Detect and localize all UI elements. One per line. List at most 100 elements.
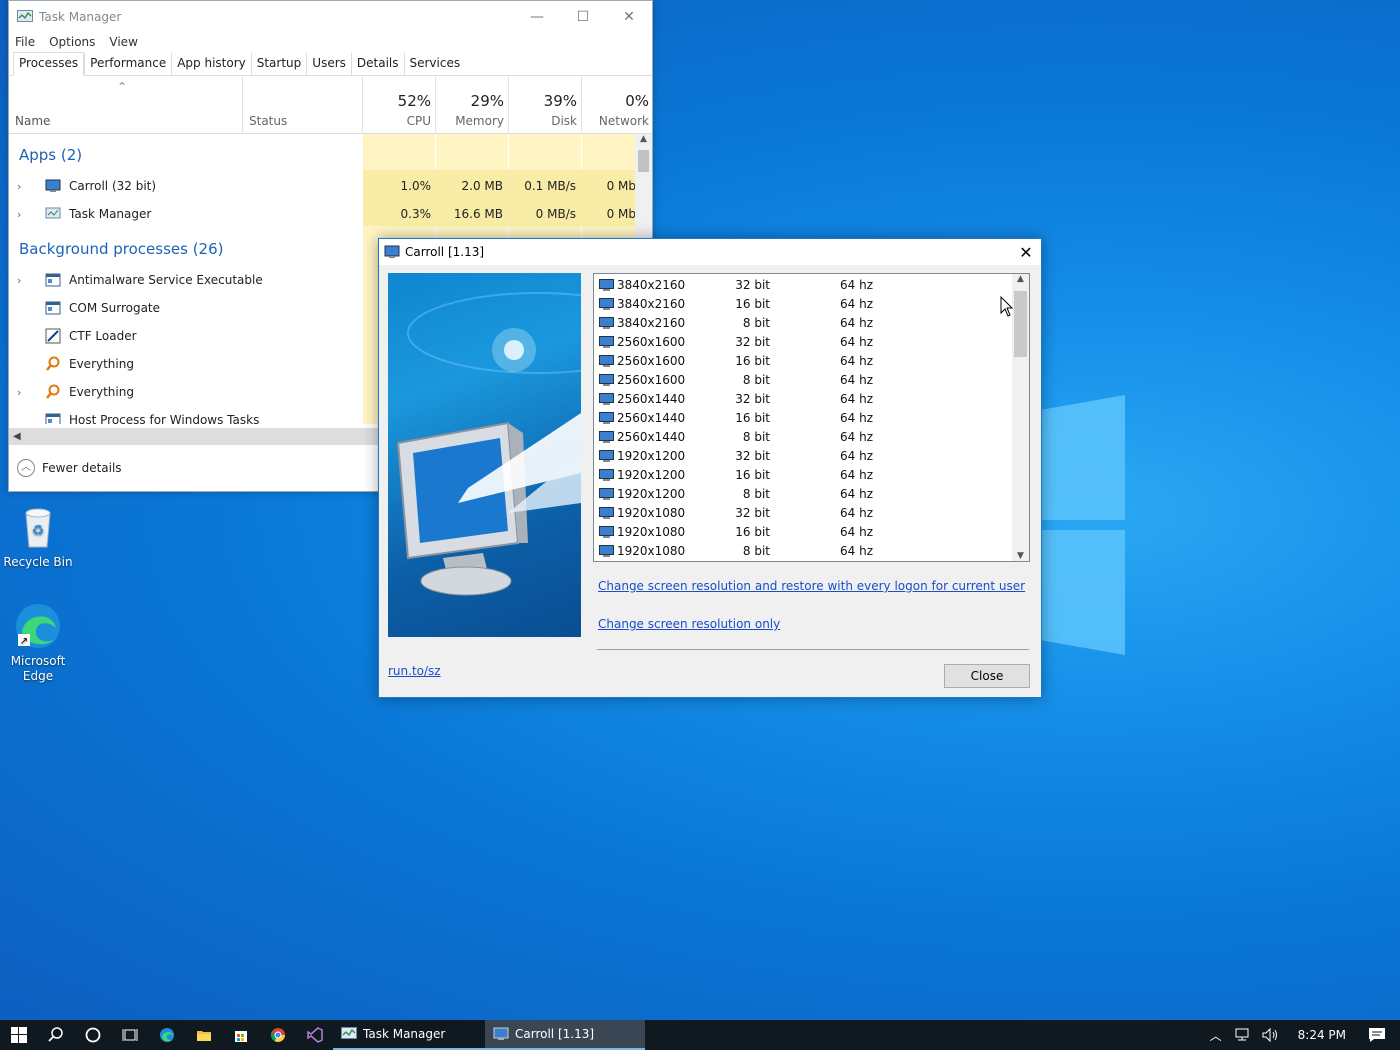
tab-services[interactable]: Services [403,53,466,75]
carroll-titlebar[interactable]: Carroll [1.13] ✕ [379,239,1041,265]
color-depth-value: 8 bit [742,429,770,444]
clock-time[interactable]: 8:24 PM [1298,1028,1346,1042]
scroll-up-icon[interactable]: ▲ [635,134,652,144]
apps-group-header[interactable]: Apps (2) [19,146,82,164]
resolution-row[interactable]: 2560x1600 32 bit 64 hz [594,332,1014,351]
menu-options[interactable]: Options [49,35,95,49]
tab-processes[interactable]: Processes [13,52,85,76]
process-memory: 16.6 MB [453,207,503,221]
dialog-close-icon[interactable]: ✕ [1011,243,1041,262]
menu-file[interactable]: File [15,35,35,49]
refresh-rate-value: 64 hz [840,315,873,330]
disk-total: 39% [543,92,577,110]
taskbar-carroll[interactable]: Carroll [1.13] [485,1020,645,1050]
menu-view[interactable]: View [109,35,137,49]
action-center-icon[interactable] [1368,1027,1386,1043]
website-link[interactable]: run.to/sz [388,664,441,678]
scrollbar-thumb[interactable] [1014,291,1027,357]
resolution-row[interactable]: 1920x1200 8 bit 64 hz [594,484,1014,503]
change-resolution-only-link[interactable]: Change screen resolution only [598,617,780,631]
resolution-row[interactable]: 2560x1440 32 bit 64 hz [594,389,1014,408]
resolution-row[interactable]: 3840x2160 8 bit 64 hz [594,313,1014,332]
monitor-icon [599,297,614,310]
cortana-button[interactable] [74,1020,111,1050]
resolution-row[interactable]: 1920x1200 16 bit 64 hz [594,465,1014,484]
column-status[interactable]: Status [242,76,362,134]
scroll-down-icon[interactable]: ▼ [1012,551,1029,561]
tab-details[interactable]: Details [350,53,404,75]
chrome-button[interactable] [259,1020,296,1050]
column-memory[interactable]: 29% Memory [435,76,508,134]
maximize-button[interactable]: ☐ [560,9,606,25]
close-window-button[interactable]: ✕ [606,9,652,25]
close-button[interactable]: Close [944,664,1030,688]
edge-icon: ↗ [14,602,62,650]
column-cpu[interactable]: 52% CPU [362,76,435,134]
edge-icon [159,1028,174,1042]
resolution-row[interactable]: 1920x1080 16 bit 64 hz [594,522,1014,541]
recycle-bin-desktop-icon[interactable]: ♻ Recycle Bin [0,503,78,570]
process-row[interactable]: › Task Manager 0.3% 16.6 MB 0 MB/s 0 Mb [9,200,639,228]
edge-desktop-icon[interactable]: ↗ Microsoft Edge [0,602,78,684]
store-button[interactable] [222,1020,259,1050]
minimize-button[interactable]: — [514,9,560,25]
process-list-horizontal-scrollbar[interactable]: ◀ [9,428,379,445]
column-name[interactable]: Name [15,114,50,128]
tab-startup[interactable]: Startup [250,53,307,75]
resolution-row[interactable]: 2560x1440 16 bit 64 hz [594,408,1014,427]
scrollbar-thumb[interactable] [638,150,649,172]
carroll-app-icon [493,1027,509,1040]
scroll-up-icon[interactable]: ▲ [1012,274,1029,284]
column-disk[interactable]: 39% Disk [508,76,581,134]
recycle-bin-label: Recycle Bin [3,555,73,569]
network-icon[interactable] [1233,1028,1251,1042]
fewer-details-button[interactable]: ︿ Fewer details [17,459,122,477]
change-and-restore-link[interactable]: Change screen resolution and restore wit… [598,579,1025,593]
resolution-row[interactable]: 2560x1600 16 bit 64 hz [594,351,1014,370]
edge-taskbar-button[interactable] [148,1020,185,1050]
show-hidden-icons-chevron-icon[interactable]: ︿ [1210,1027,1222,1044]
search-button[interactable] [37,1020,74,1050]
resolution-value: 2560x1440 [617,429,686,444]
task-view-button[interactable] [111,1020,148,1050]
expand-chevron-icon[interactable]: › [17,208,31,221]
task-manager-app-icon [45,207,61,219]
start-button[interactable] [0,1020,37,1050]
scroll-left-icon[interactable]: ◀ [13,431,21,442]
edge-label: Microsoft Edge [10,654,66,683]
tab-app-history[interactable]: App history [171,53,251,75]
expand-chevron-icon[interactable]: › [17,386,31,399]
resolution-row[interactable]: 1920x1080 32 bit 64 hz [594,503,1014,522]
task-manager-titlebar[interactable]: Task Manager — ☐ ✕ [9,1,652,32]
file-explorer-button[interactable] [185,1020,222,1050]
network-label: Network [598,114,649,128]
resolution-row[interactable]: 3840x2160 16 bit 64 hz [594,294,1014,313]
resolution-value: 3840x2160 [617,315,686,330]
resolution-row[interactable]: 1920x1200 32 bit 64 hz [594,446,1014,465]
monitor-icon [599,430,614,443]
visual-studio-button[interactable] [296,1020,333,1050]
resolution-row[interactable]: 2560x1600 8 bit 64 hz [594,370,1014,389]
resolution-value: 1920x1200 [617,448,686,463]
resolution-row[interactable]: 2560x1440 8 bit 64 hz [594,427,1014,446]
expand-chevron-icon[interactable]: › [17,180,31,193]
service-window-icon [45,301,61,315]
column-network[interactable]: 0% Network [581,76,653,134]
resolution-row[interactable]: 3840x2160 32 bit 64 hz [594,275,1014,294]
resolution-list[interactable]: 3840x2160 32 bit 64 hz 3840x2160 16 bit 64 hz… [593,273,1030,562]
cpu-total: 52% [397,92,431,110]
resolution-row[interactable]: 1920x1080 8 bit 64 hz [594,541,1014,560]
resolution-value: 3840x2160 [617,277,686,292]
expand-chevron-icon[interactable]: › [17,274,31,287]
task-manager-title: Task Manager [39,9,122,24]
volume-icon[interactable] [1261,1028,1279,1042]
resolution-list-scrollbar[interactable]: ▲ ▼ [1012,274,1029,561]
refresh-rate-value: 64 hz [840,410,873,425]
process-row[interactable]: › Carroll (32 bit) 1.0% 2.0 MB 0.1 MB/s … [9,172,639,200]
background-group-header[interactable]: Background processes (26) [19,240,224,258]
task-manager-icon [17,9,33,22]
tab-performance[interactable]: Performance [84,53,171,75]
tab-users[interactable]: Users [306,53,351,75]
carroll-app-icon [384,245,400,258]
taskbar-task-manager[interactable]: Task Manager [333,1020,485,1050]
